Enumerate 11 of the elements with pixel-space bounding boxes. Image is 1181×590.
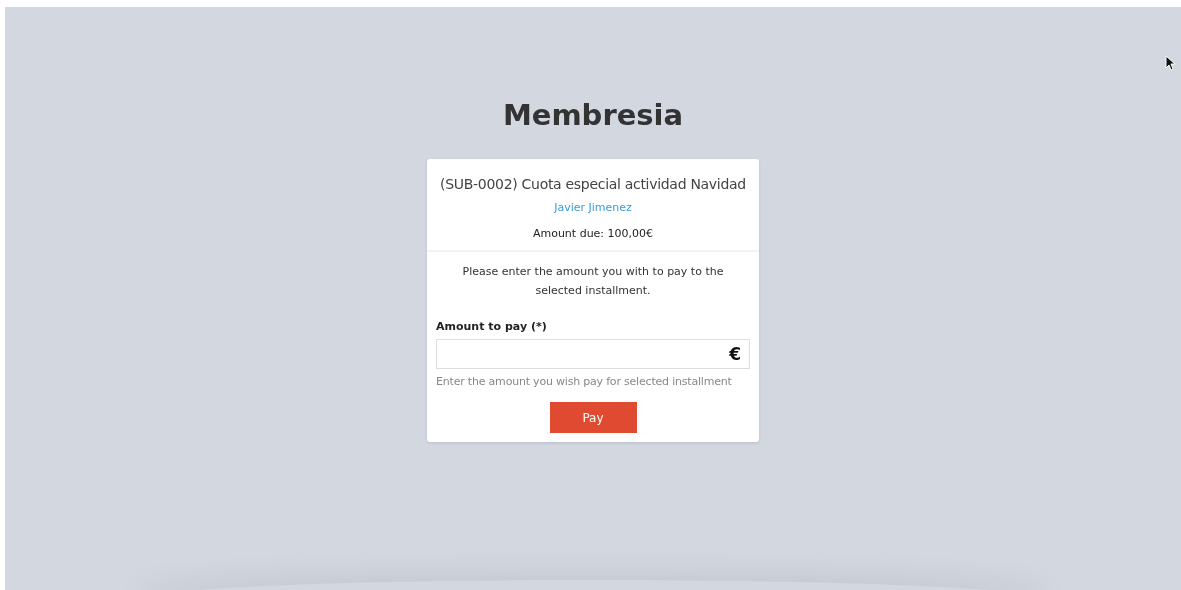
- currency-symbol: €: [729, 344, 742, 364]
- field-label: Amount to pay (*): [436, 320, 548, 333]
- pay-button[interactable]: Pay: [549, 402, 637, 433]
- cursor-icon: [1165, 55, 1176, 71]
- amount-due: Amount due: 100,00€: [532, 227, 654, 240]
- instructions-text: Please enter the amount you with to pay to the selected installment.: [461, 264, 725, 299]
- member-link[interactable]: Javier Jimenez: [554, 201, 632, 214]
- page-title: Membresia: [502, 97, 684, 134]
- amount-field[interactable]: €: [436, 339, 750, 369]
- subscription-name: (SUB-0002) Cuota especial actividad Navidad: [440, 176, 746, 192]
- field-help: Enter the amount you wish pay for selected installment: [436, 375, 733, 388]
